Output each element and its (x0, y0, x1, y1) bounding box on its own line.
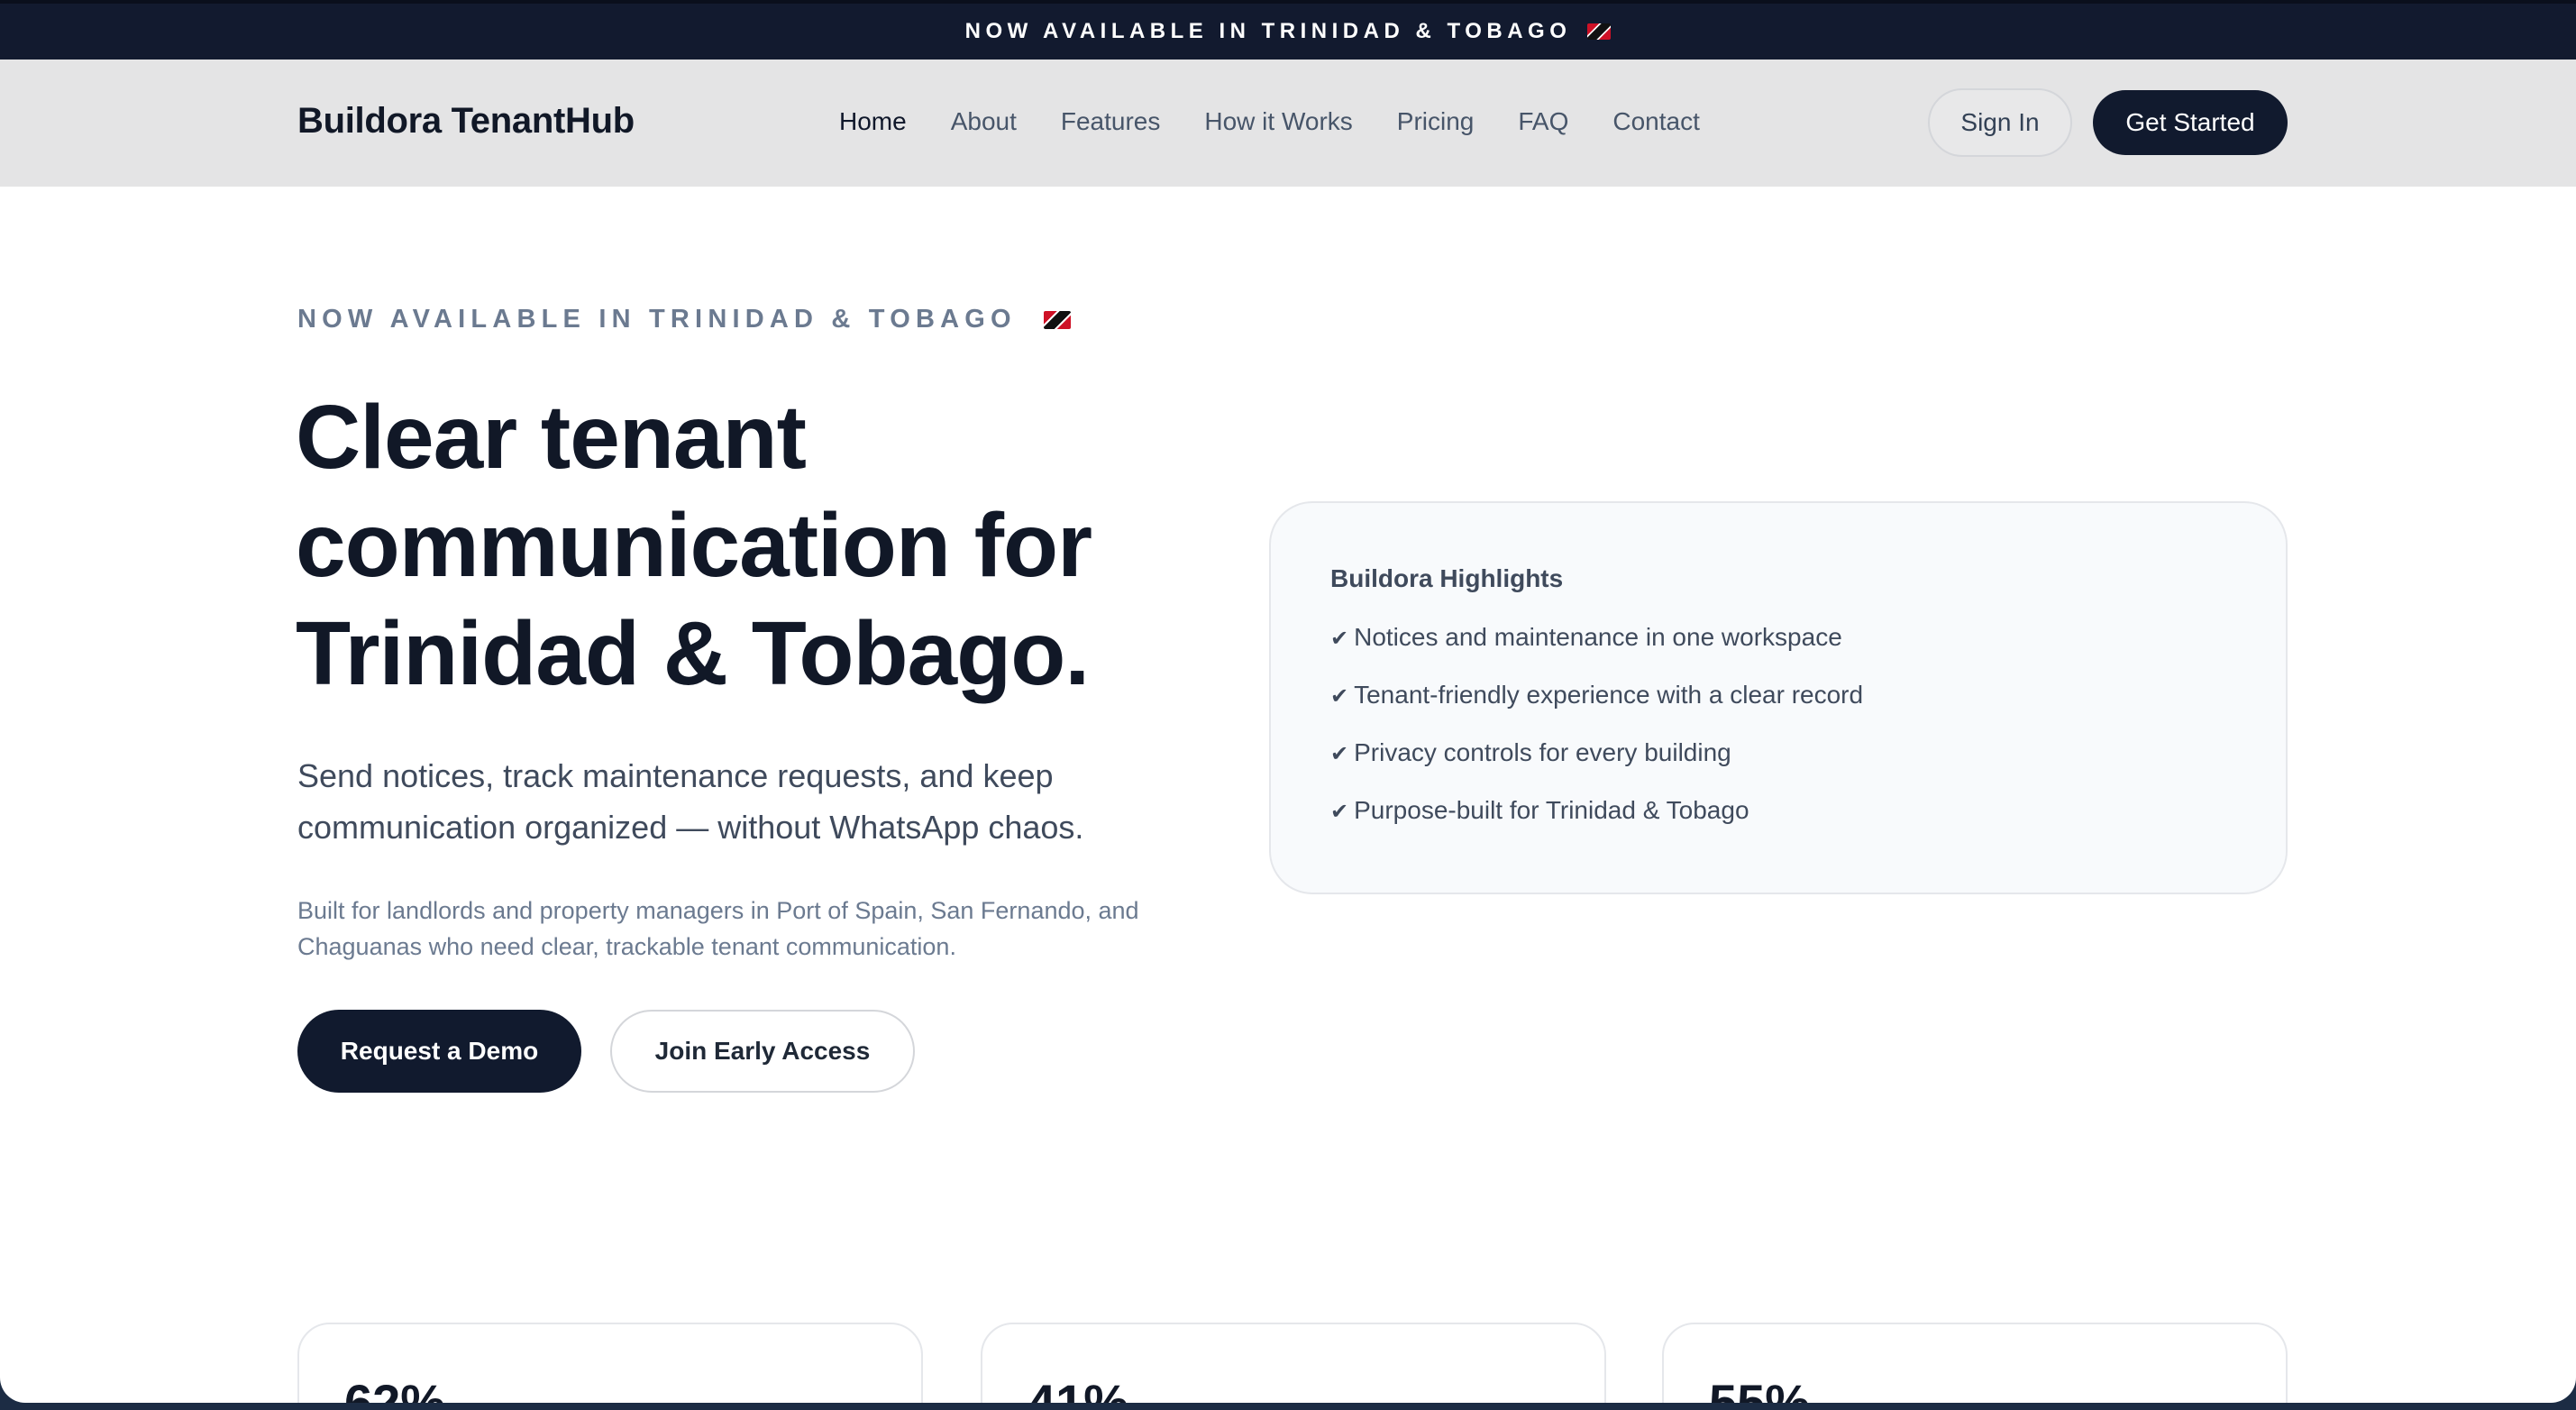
hero-eyebrow-text: NOW AVAILABLE IN TRINIDAD & TOBAGO (297, 305, 1017, 334)
trinidad-tobago-flag-icon (1587, 23, 1612, 40)
top-navigation: Buildora TenantHub Home About Features H… (0, 60, 2576, 187)
nav-item-contact[interactable]: Contact (1612, 107, 1700, 136)
stat-card: 55% (1662, 1323, 2288, 1403)
highlight-text: Notices and maintenance in one workspace (1354, 623, 1842, 651)
nav-item-how-it-works[interactable]: How it Works (1204, 107, 1352, 136)
check-icon: ✔ (1330, 627, 1349, 651)
stat-value: 62% (344, 1374, 446, 1403)
list-item: ✔ Tenant-friendly experience with a clear… (1330, 674, 2286, 732)
check-icon: ✔ (1330, 684, 1349, 709)
hero-lead: Send notices, track maintenance requests… (297, 757, 1084, 846)
nav-menu: Home About Features How it Works Pricing… (839, 107, 1700, 136)
highlights-title: Buildora Highlights (1330, 564, 1564, 592)
nav-item-faq[interactable]: FAQ (1518, 107, 1568, 136)
page: NOW AVAILABLE IN TRINIDAD & TOBAGO Build… (0, 0, 2576, 1403)
check-icon: ✔ (1330, 800, 1349, 824)
highlight-text: Purpose-built for Trinidad & Tobago (1354, 796, 1749, 824)
join-early-access-button[interactable]: Join Early Access (610, 1010, 915, 1093)
announcement-text: NOW AVAILABLE IN TRINIDAD & TOBAGO (964, 19, 1572, 43)
announcement-bar: NOW AVAILABLE IN TRINIDAD & TOBAGO (0, 0, 2576, 60)
highlights-list: ✔ Notices and maintenance in one workspac… (1330, 617, 2286, 847)
list-item: ✔ Purpose-built for Trinidad & Tobago (1330, 790, 2286, 847)
nav-item-pricing[interactable]: Pricing (1397, 107, 1475, 136)
nav-item-about[interactable]: About (951, 107, 1017, 136)
get-started-button[interactable]: Get Started (2093, 90, 2288, 155)
brand-logo[interactable]: Buildora TenantHub (297, 101, 635, 142)
trinidad-tobago-flag-icon (1044, 311, 1072, 330)
highlight-text: Privacy controls for every building (1354, 738, 1731, 766)
hero-eyebrow: NOW AVAILABLE IN TRINIDAD & TOBAGO (297, 305, 1072, 334)
stat-card: 41% (981, 1323, 1606, 1403)
hero-headline: Clear tenant communication for Trinidad … (296, 387, 1092, 704)
stat-card: 62% (297, 1323, 923, 1403)
list-item: ✔ Privacy controls for every building (1330, 732, 2286, 790)
stat-value: 55% (1709, 1374, 1811, 1403)
request-demo-button[interactable]: Request a Demo (297, 1010, 581, 1093)
nav-item-home[interactable]: Home (839, 107, 907, 136)
check-icon: ✔ (1330, 742, 1349, 766)
stat-value: 41% (1028, 1374, 1129, 1403)
highlight-text: Tenant-friendly experience with a clear … (1354, 681, 1864, 709)
highlights-card: Buildora Highlights ✔ Notices and mainten… (1269, 501, 2288, 894)
list-item: ✔ Notices and maintenance in one workspac… (1330, 617, 2286, 674)
sign-in-button[interactable]: Sign In (1928, 88, 2072, 157)
nav-item-features[interactable]: Features (1061, 107, 1161, 136)
hero-subtext: Built for landlords and property manager… (297, 897, 1139, 960)
